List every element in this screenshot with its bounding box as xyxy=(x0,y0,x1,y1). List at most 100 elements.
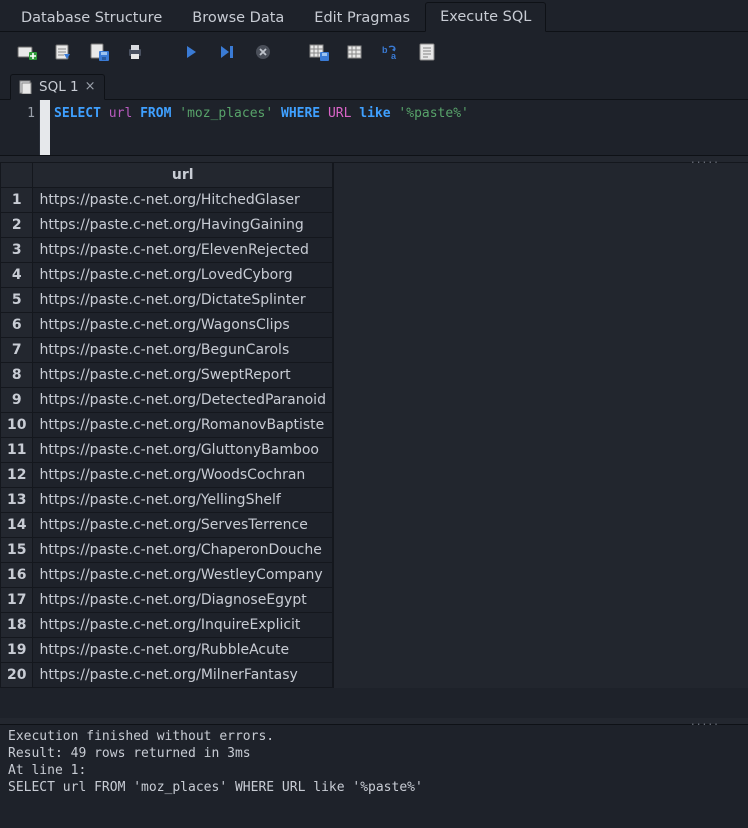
status-line4: SELECT url FROM 'moz_places' WHERE URL l… xyxy=(8,780,423,795)
cell-url[interactable]: https://paste.c-net.org/HitchedGlaser xyxy=(33,188,332,213)
row-number: 8 xyxy=(1,363,33,388)
table-row[interactable]: 14https://paste.c-net.org/ServesTerrence xyxy=(1,513,333,538)
tok-where: WHERE xyxy=(281,106,320,121)
file-tab-sql1[interactable]: SQL 1 × xyxy=(10,74,105,100)
editor-caret-column xyxy=(40,100,50,155)
cell-url[interactable]: https://paste.c-net.org/WagonsClips xyxy=(33,313,332,338)
status-line3: At line 1: xyxy=(8,763,86,778)
tab-browse-data[interactable]: Browse Data xyxy=(177,3,299,32)
row-number: 4 xyxy=(1,263,33,288)
tok-like: like xyxy=(359,106,390,121)
table-row[interactable]: 4https://paste.c-net.org/LovedCyborg xyxy=(1,263,333,288)
editor-gutter: 1 xyxy=(0,100,40,155)
find-replace-icon[interactable]: ba xyxy=(380,41,402,63)
table-row[interactable]: 9https://paste.c-net.org/DetectedParanoi… xyxy=(1,388,333,413)
row-number: 5 xyxy=(1,288,33,313)
editor-code[interactable]: SELECT url FROM 'moz_places' WHERE URL l… xyxy=(50,100,748,155)
table-row[interactable]: 1https://paste.c-net.org/HitchedGlaser xyxy=(1,188,333,213)
table-row[interactable]: 6https://paste.c-net.org/WagonsClips xyxy=(1,313,333,338)
cell-url[interactable]: https://paste.c-net.org/YellingShelf xyxy=(33,488,332,513)
run-line-icon[interactable] xyxy=(216,41,238,63)
cell-url[interactable]: https://paste.c-net.org/SweptReport xyxy=(33,363,332,388)
new-tab-icon[interactable] xyxy=(16,41,38,63)
table-row[interactable]: 16https://paste.c-net.org/WestleyCompany xyxy=(1,563,333,588)
tok-url-ident: URL xyxy=(328,106,351,121)
cell-url[interactable]: https://paste.c-net.org/BegunCarols xyxy=(33,338,332,363)
row-number: 9 xyxy=(1,388,33,413)
cell-url[interactable]: https://paste.c-net.org/DiagnoseEgypt xyxy=(33,588,332,613)
results-pane: url 1https://paste.c-net.org/HitchedGlas… xyxy=(0,162,748,718)
table-row[interactable]: 13https://paste.c-net.org/YellingShelf xyxy=(1,488,333,513)
main-tab-bar: Database Structure Browse Data Edit Prag… xyxy=(0,0,748,32)
row-number: 20 xyxy=(1,663,33,688)
cell-url[interactable]: https://paste.c-net.org/WestleyCompany xyxy=(33,563,332,588)
results-table[interactable]: url 1https://paste.c-net.org/HitchedGlas… xyxy=(0,162,333,688)
cell-url[interactable]: https://paste.c-net.org/InquireExplicit xyxy=(33,613,332,638)
cell-url[interactable]: https://paste.c-net.org/DictateSplinter xyxy=(33,288,332,313)
table-row[interactable]: 17https://paste.c-net.org/DiagnoseEgypt xyxy=(1,588,333,613)
row-number: 2 xyxy=(1,213,33,238)
svg-text:a: a xyxy=(391,51,397,60)
table-row[interactable]: 11https://paste.c-net.org/GluttonyBamboo xyxy=(1,438,333,463)
run-icon[interactable] xyxy=(180,41,202,63)
results-empty-area xyxy=(333,162,748,688)
status-line1: Execution finished without errors. xyxy=(8,729,274,744)
sql-toolbar: ba xyxy=(0,32,748,72)
cell-url[interactable]: https://paste.c-net.org/ChaperonDouche xyxy=(33,538,332,563)
table-row[interactable]: 8https://paste.c-net.org/SweptReport xyxy=(1,363,333,388)
status-log[interactable]: Execution finished without errors. Resul… xyxy=(0,724,748,804)
text-icon[interactable] xyxy=(416,41,438,63)
row-number: 1 xyxy=(1,188,33,213)
cell-url[interactable]: https://paste.c-net.org/GluttonyBamboo xyxy=(33,438,332,463)
row-number: 19 xyxy=(1,638,33,663)
row-number: 13 xyxy=(1,488,33,513)
cell-url[interactable]: https://paste.c-net.org/LovedCyborg xyxy=(33,263,332,288)
sql-editor[interactable]: 1 SELECT url FROM 'moz_places' WHERE URL… xyxy=(0,100,748,156)
tok-from: FROM xyxy=(140,106,171,121)
table-row[interactable]: 2https://paste.c-net.org/HavingGaining xyxy=(1,213,333,238)
table-row[interactable]: 18https://paste.c-net.org/InquireExplici… xyxy=(1,613,333,638)
tok-pattern: '%paste%' xyxy=(398,106,468,121)
cell-url[interactable]: https://paste.c-net.org/RubbleAcute xyxy=(33,638,332,663)
export-csv-icon[interactable] xyxy=(344,41,366,63)
cell-url[interactable]: https://paste.c-net.org/RomanovBaptiste xyxy=(33,413,332,438)
table-row[interactable]: 20https://paste.c-net.org/MilnerFantasy xyxy=(1,663,333,688)
cell-url[interactable]: https://paste.c-net.org/ElevenRejected xyxy=(33,238,332,263)
open-sql-icon[interactable] xyxy=(52,41,74,63)
cell-url[interactable]: https://paste.c-net.org/ServesTerrence xyxy=(33,513,332,538)
tab-database-structure[interactable]: Database Structure xyxy=(6,3,177,32)
cell-url[interactable]: https://paste.c-net.org/DetectedParanoid xyxy=(33,388,332,413)
tok-select: SELECT xyxy=(54,106,101,121)
stop-icon[interactable] xyxy=(252,41,274,63)
print-icon[interactable] xyxy=(124,41,146,63)
table-row[interactable]: 5https://paste.c-net.org/DictateSplinter xyxy=(1,288,333,313)
row-number: 18 xyxy=(1,613,33,638)
table-row[interactable]: 3https://paste.c-net.org/ElevenRejected xyxy=(1,238,333,263)
table-row[interactable]: 10https://paste.c-net.org/RomanovBaptist… xyxy=(1,413,333,438)
tok-url-col: url xyxy=(109,106,132,121)
row-number: 10 xyxy=(1,413,33,438)
cell-url[interactable]: https://paste.c-net.org/MilnerFantasy xyxy=(33,663,332,688)
table-row[interactable]: 7https://paste.c-net.org/BegunCarols xyxy=(1,338,333,363)
column-header-url[interactable]: url xyxy=(33,163,332,188)
table-row[interactable]: 12https://paste.c-net.org/WoodsCochran xyxy=(1,463,333,488)
row-number: 15 xyxy=(1,538,33,563)
svg-text:b: b xyxy=(382,45,388,55)
table-row[interactable]: 19https://paste.c-net.org/RubbleAcute xyxy=(1,638,333,663)
save-results-icon[interactable] xyxy=(308,41,330,63)
close-icon[interactable]: × xyxy=(85,79,96,94)
tab-edit-pragmas[interactable]: Edit Pragmas xyxy=(299,3,425,32)
tab-execute-sql[interactable]: Execute SQL xyxy=(425,2,546,32)
cell-url[interactable]: https://paste.c-net.org/HavingGaining xyxy=(33,213,332,238)
splitter-top[interactable] xyxy=(0,156,748,162)
row-number: 3 xyxy=(1,238,33,263)
rownum-header[interactable] xyxy=(1,163,33,188)
save-sql-icon[interactable] xyxy=(88,41,110,63)
tok-table: 'moz_places' xyxy=(179,106,273,121)
sql-file-tabs: SQL 1 × xyxy=(0,72,748,100)
row-number: 12 xyxy=(1,463,33,488)
splitter-bottom[interactable] xyxy=(0,718,748,724)
table-row[interactable]: 15https://paste.c-net.org/ChaperonDouche xyxy=(1,538,333,563)
cell-url[interactable]: https://paste.c-net.org/WoodsCochran xyxy=(33,463,332,488)
status-line2: Result: 49 rows returned in 3ms xyxy=(8,746,251,761)
